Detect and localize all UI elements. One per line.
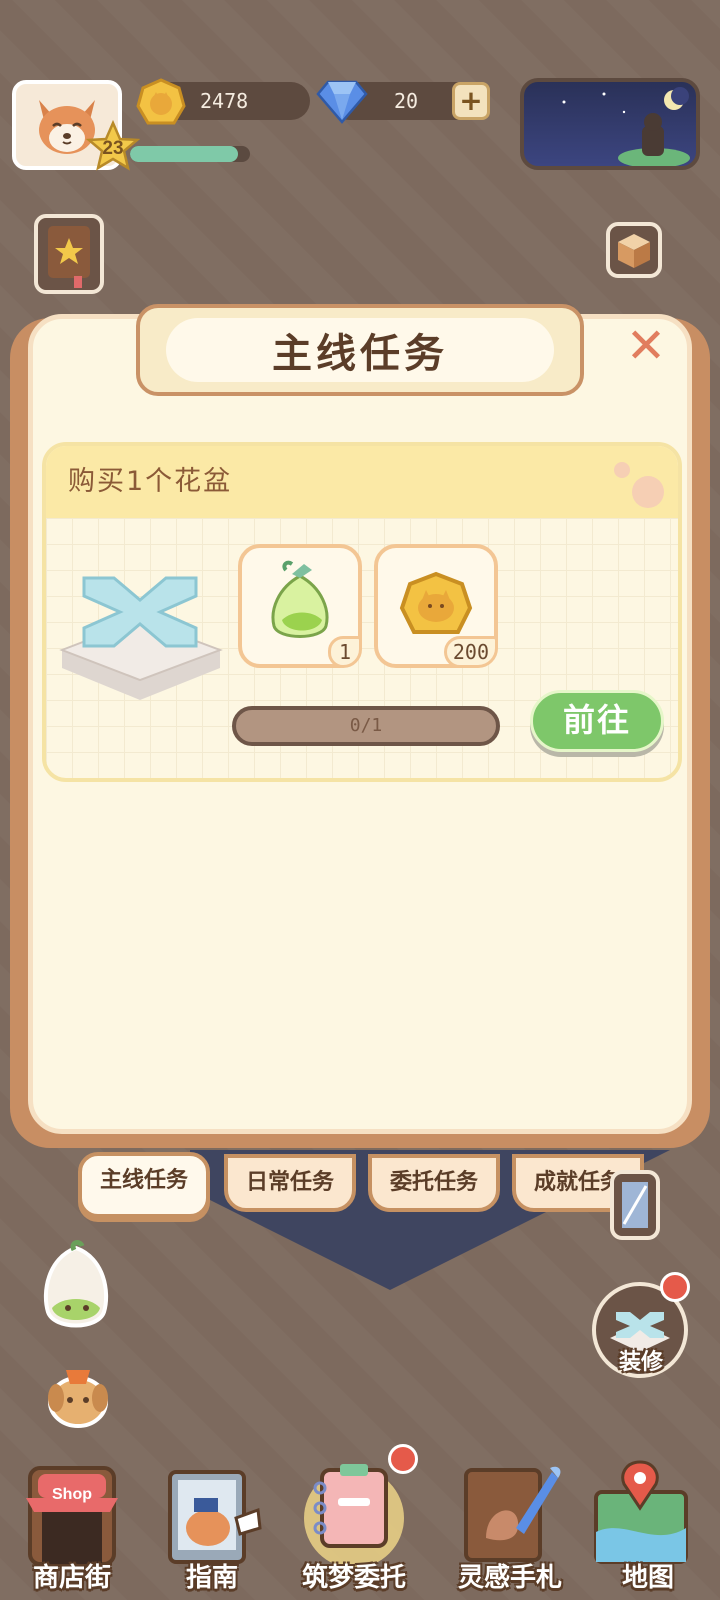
- reward-item-seed[interactable]: 1: [238, 544, 362, 668]
- night-scene-thumbnail[interactable]: [520, 78, 700, 170]
- tab-daily[interactable]: 日常任务: [224, 1154, 356, 1212]
- night-scene-icon: [562, 87, 690, 166]
- nav-dream-commission[interactable]: 筑梦委托: [290, 1444, 418, 1598]
- box-button[interactable]: [606, 222, 662, 278]
- box-icon: [618, 234, 650, 268]
- nav-label-map: 地图: [621, 1563, 674, 1593]
- reward-item-coin[interactable]: 200: [374, 544, 498, 668]
- shop-icon: [26, 1466, 118, 1566]
- diamond-icon: [316, 80, 368, 124]
- xp-fill: [130, 146, 238, 162]
- shop-sign-text: Shop: [52, 1486, 92, 1503]
- guide-icon: [168, 1470, 262, 1564]
- coin-value: 2478: [200, 89, 249, 113]
- paw-decoration-icon: [614, 462, 664, 508]
- nav-shop-street[interactable]: Shop 商店街: [8, 1458, 136, 1598]
- coin-icon: [136, 78, 186, 125]
- reward-coin-count: 200: [443, 636, 498, 668]
- nav-guide[interactable]: 指南: [148, 1458, 276, 1598]
- quest-header: 购买1个花盆: [46, 446, 678, 518]
- decorate-button[interactable]: 装修: [590, 1272, 692, 1382]
- top-bar: 23 2478 20 +: [0, 0, 720, 190]
- window-icon: [622, 1182, 648, 1228]
- map-icon: [594, 1460, 688, 1564]
- seed-character-button[interactable]: [34, 1238, 118, 1338]
- quest-progress-text: 0/1: [349, 715, 383, 736]
- star-book-icon: [48, 226, 90, 288]
- gem-value: 20: [394, 89, 419, 113]
- decorate-label: 装修: [618, 1350, 663, 1375]
- notebook-icon: [304, 1464, 404, 1568]
- modal-title-plate: 主线任务: [136, 304, 584, 396]
- tab-commission[interactable]: 委托任务: [368, 1154, 500, 1212]
- dog-character-button[interactable]: [36, 1352, 120, 1436]
- add-gems-button[interactable]: +: [452, 82, 490, 120]
- nav-label-guide: 指南: [185, 1563, 238, 1593]
- tab-main[interactable]: 主线任务: [78, 1152, 210, 1218]
- go-button[interactable]: 前往: [530, 690, 664, 752]
- decorate-notification-dot: [660, 1272, 690, 1302]
- nav-label-commission: 筑梦委托: [301, 1563, 406, 1593]
- achievement-book-button[interactable]: [34, 214, 104, 294]
- nav-label-shop: 商店街: [32, 1563, 111, 1593]
- commission-notification-dot: [388, 1444, 418, 1474]
- close-button[interactable]: ✕: [622, 322, 670, 372]
- nav-map[interactable]: 地图: [584, 1458, 712, 1598]
- flower-pot-placeholder-icon: [59, 576, 223, 700]
- modal-title: 主线任务: [166, 318, 554, 382]
- xp-bar: [130, 146, 250, 162]
- quest-progress-bar: 0/1: [232, 706, 500, 746]
- window-button[interactable]: [610, 1170, 660, 1240]
- nav-label-journal: 灵感手札: [457, 1563, 562, 1593]
- nav-inspiration-journal[interactable]: 灵感手札: [446, 1458, 574, 1598]
- journal-icon: [464, 1466, 561, 1562]
- quest-title: 购买1个花盆: [68, 466, 233, 497]
